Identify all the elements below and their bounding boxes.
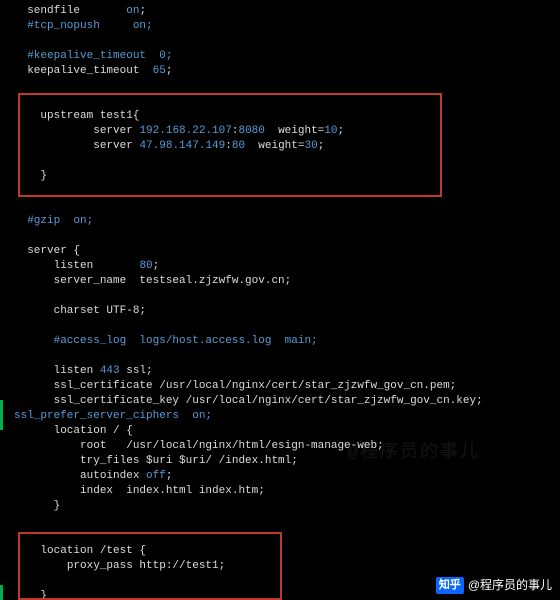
attribution-footer: 知乎 @程序员的事儿 (436, 577, 552, 594)
gutter-marker (0, 585, 3, 600)
author-name: @程序员的事儿 (468, 578, 552, 593)
code-editor: sendfile on; #tcp_nopush on; #keepalive_… (0, 0, 560, 600)
gutter-marker (0, 400, 3, 430)
zhihu-logo-icon: 知乎 (436, 577, 464, 594)
code-content: sendfile on; #tcp_nopush on; #keepalive_… (14, 4, 560, 600)
